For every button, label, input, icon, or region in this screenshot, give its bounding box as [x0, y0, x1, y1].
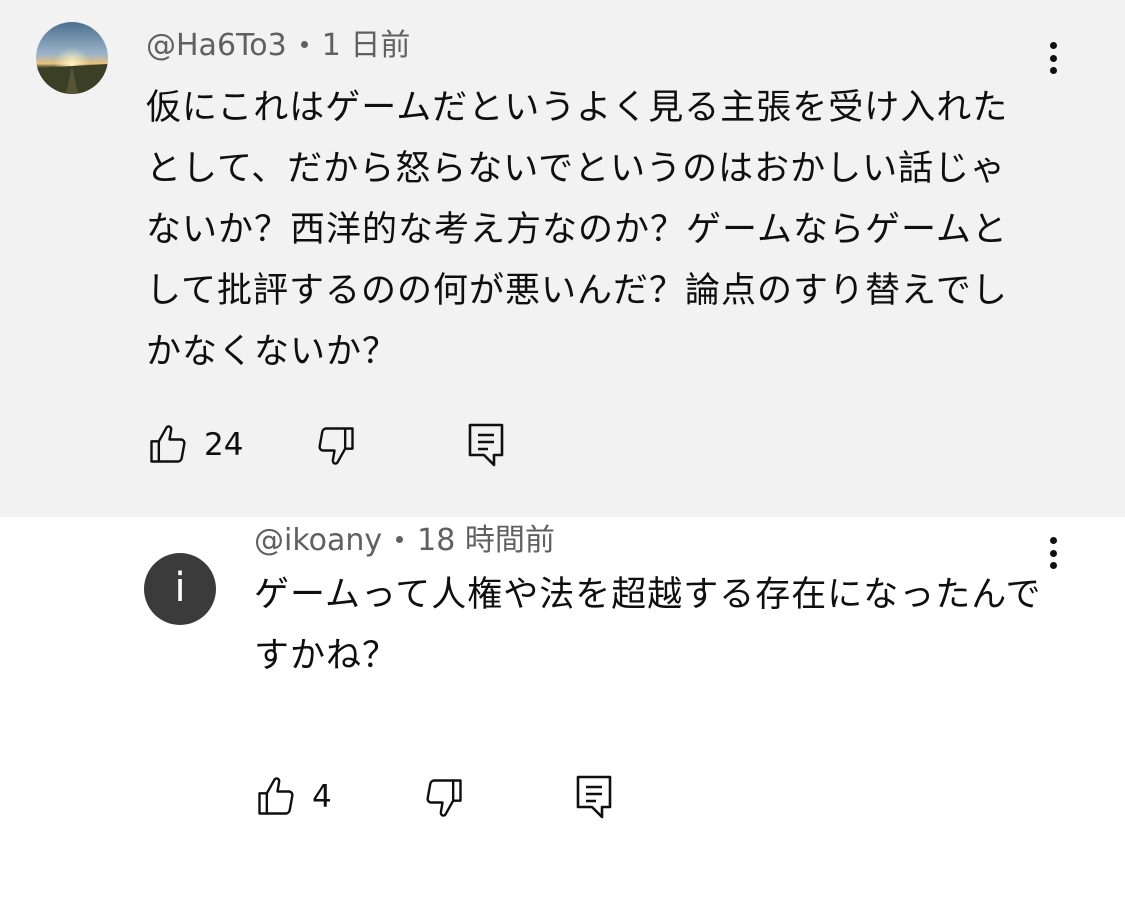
reply-button[interactable]: [466, 421, 506, 469]
comment-text: 仮にこれはゲームだというよく見る主張を受け入れたとして、だから怒らないでというの…: [146, 88, 1009, 372]
comment-text: ゲームって人権や法を超越する存在になったんですかね？: [254, 575, 1042, 676]
dislike-button[interactable]: [422, 775, 466, 819]
dislike-button[interactable]: [314, 423, 358, 467]
separator-dot: [396, 536, 404, 543]
timestamp[interactable]: 1 日前: [322, 28, 411, 63]
like-count: 4: [312, 779, 332, 815]
author-handle[interactable]: @Ha6To3: [146, 28, 287, 63]
comment-meta: @Ha6To3 1 日前: [146, 26, 410, 66]
like-button[interactable]: 4: [254, 775, 332, 819]
like-button[interactable]: 24: [146, 423, 243, 467]
comment-meta: @ikoany 18 時間前: [254, 521, 555, 561]
reply-button[interactable]: [574, 773, 614, 821]
thumbs-down-icon: [426, 779, 462, 817]
avatar-letter: i: [174, 565, 186, 611]
reply-comment-icon: [576, 775, 612, 819]
comment-highlighted: @Ha6To3 1 日前 仮にこれはゲームだというよく見る主張を受け入れたとして、…: [0, 0, 1125, 517]
landscape-avatar-icon: [36, 22, 108, 94]
like-count: 24: [204, 427, 244, 463]
timestamp[interactable]: 18 時間前: [417, 523, 555, 558]
avatar[interactable]: [36, 22, 108, 94]
separator-dot: [300, 41, 308, 48]
reply-comment-icon: [468, 423, 504, 467]
more-vertical-icon[interactable]: [1041, 38, 1065, 78]
thumbs-up-icon: [258, 777, 294, 815]
reply-comment: i @ikoany 18 時間前 ゲームって人権や法を超越する存在になったんですか…: [0, 517, 1125, 910]
author-handle[interactable]: @ikoany: [254, 523, 382, 558]
thumbs-down-icon: [318, 427, 354, 465]
thumbs-up-icon: [150, 425, 186, 463]
avatar[interactable]: i: [144, 553, 216, 625]
